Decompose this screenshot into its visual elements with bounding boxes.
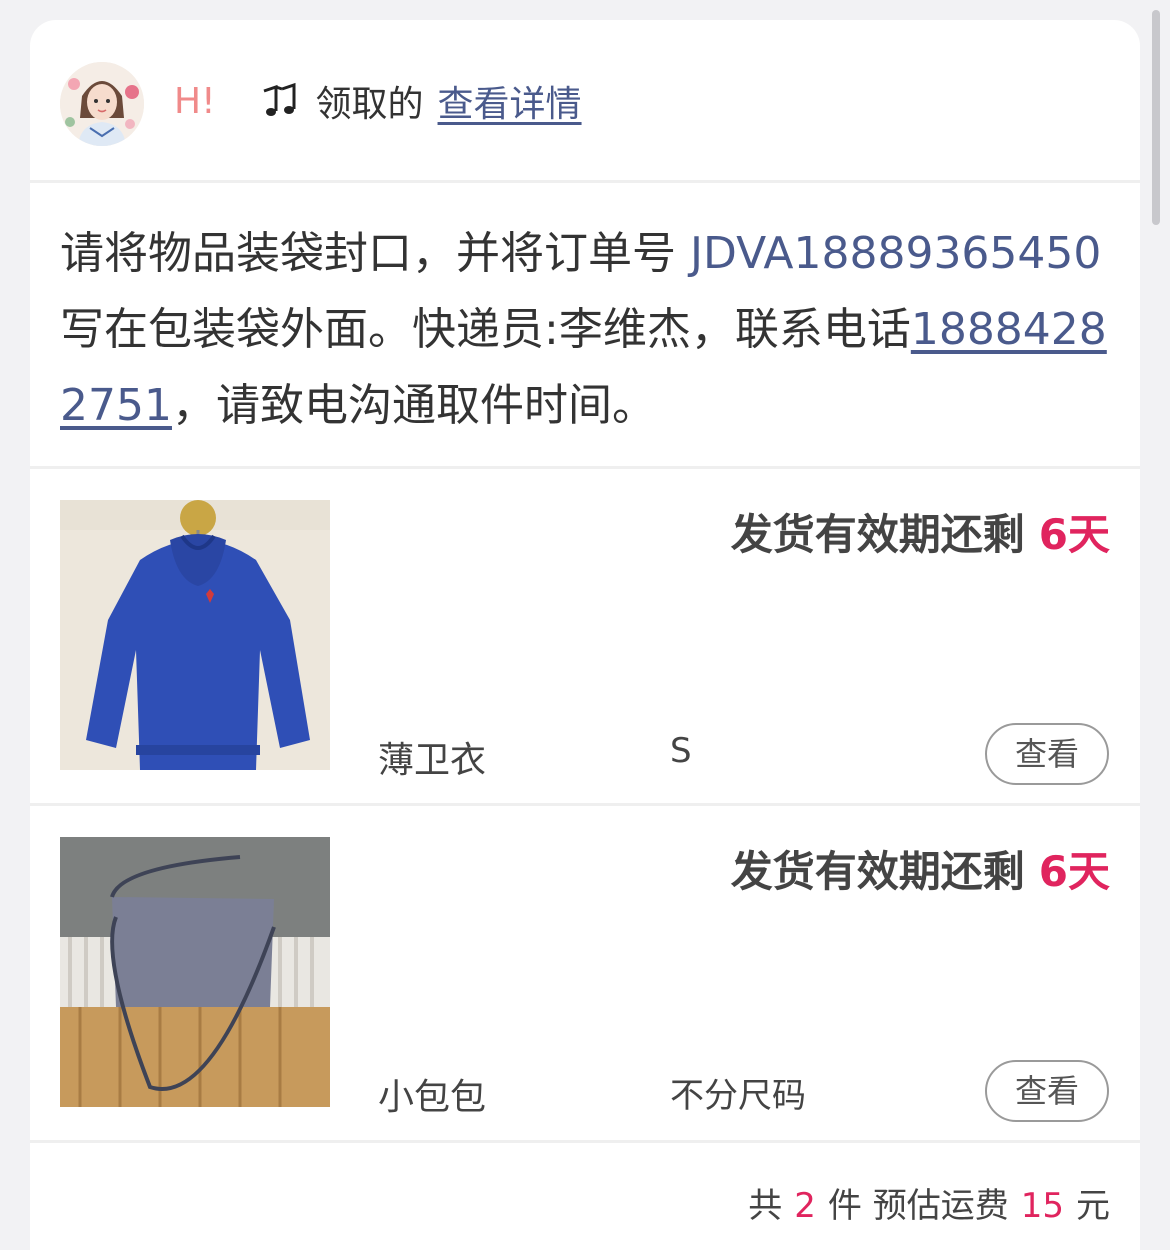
instr-text-2: 写在包装袋外面。快递员:李维杰，联系电话: [60, 304, 911, 355]
card-header: H! 领取的 查看详情: [30, 20, 1140, 182]
fee-unit: 元: [1076, 1186, 1110, 1226]
order-number: JDVA18889365450: [690, 228, 1102, 279]
greeting-text: H!: [174, 80, 216, 122]
item-name: 薄卫衣: [378, 740, 487, 781]
total-prefix: 共: [748, 1186, 783, 1226]
list-item: 发货有效期还剩 6天 小包包 不分尺码 查看: [30, 806, 1140, 1140]
instr-text-3: ，请致电沟通取件时间。: [171, 380, 656, 431]
item-size: 不分尺码: [670, 1076, 806, 1116]
fee-amount: 15: [1020, 1186, 1064, 1226]
avatar[interactable]: [60, 62, 144, 146]
order-card: H! 领取的 查看详情 请将物品装袋封口，并将订单号 JDVA188893654…: [30, 20, 1140, 1250]
blue-hoodie-photo: [60, 500, 330, 770]
list-item: 发货有效期还剩 6天 薄卫衣 S 查看: [30, 469, 1140, 803]
deadline-label: 发货有效期还剩: [730, 847, 1025, 896]
days-left: 6天: [1038, 847, 1110, 896]
greeting-line: H! 领取的 查看详情: [174, 76, 582, 126]
music-note-icon: [263, 82, 296, 116]
view-button[interactable]: 查看: [985, 723, 1109, 785]
total-unit: 件: [827, 1186, 862, 1226]
ship-deadline: 发货有效期还剩 6天: [731, 838, 1110, 899]
item-size: S: [670, 731, 692, 771]
received-by-text: 领取的: [315, 84, 424, 125]
avatar-illustration: [60, 62, 144, 146]
ship-deadline: 发货有效期还剩 6天: [731, 501, 1110, 562]
days-left: 6天: [1038, 510, 1110, 559]
packing-instructions: 请将物品装袋封口，并将订单号 JDVA18889365450 写在包装袋外面。快…: [60, 216, 1110, 444]
deadline-label: 发货有效期还剩: [730, 510, 1025, 559]
item-thumbnail[interactable]: [60, 500, 330, 770]
divider: [30, 180, 1140, 183]
fee-label: 预估运费: [872, 1186, 1009, 1226]
divider: [30, 1140, 1140, 1143]
scrollbar[interactable]: [1152, 10, 1160, 225]
view-details-link[interactable]: 查看详情: [438, 75, 582, 127]
grey-bag-photo: [60, 837, 330, 1107]
item-name: 小包包: [378, 1077, 487, 1118]
instr-text-1: 请将物品装袋封口，并将订单号: [60, 228, 690, 279]
total-count: 2: [794, 1186, 816, 1226]
order-summary: 共2件 预估运费 15 元: [748, 1178, 1110, 1227]
view-button[interactable]: 查看: [985, 1060, 1109, 1122]
item-thumbnail[interactable]: [60, 837, 330, 1107]
